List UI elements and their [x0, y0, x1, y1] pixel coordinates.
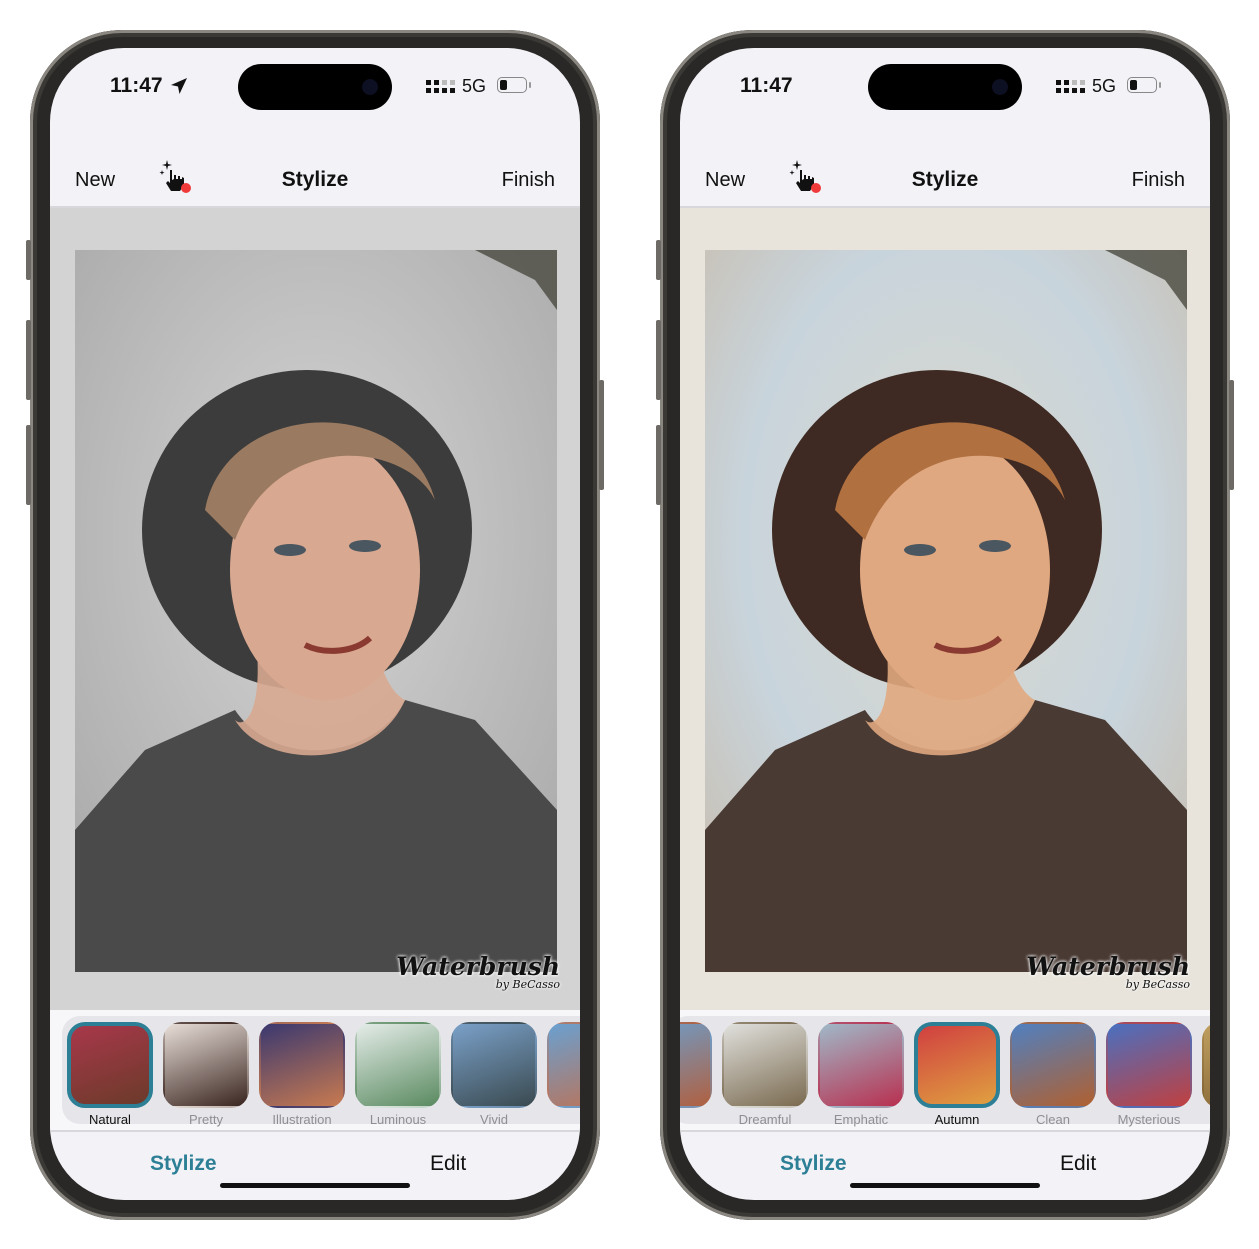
style-label: Ba [547, 1112, 580, 1127]
tab-stylize[interactable]: Stylize [150, 1152, 217, 1176]
volume-down-button [656, 425, 661, 505]
style-preview-image [914, 1022, 1000, 1108]
style-preview-image [818, 1022, 904, 1108]
page-title: Stylize [281, 168, 349, 191]
style-thumbnail[interactable]: d [680, 1022, 712, 1127]
action-button [656, 240, 661, 280]
screen: 11:47 5G New Stylize Finish Waterbrush b… [50, 48, 580, 1200]
style-thumbnail[interactable]: Luminous [355, 1022, 441, 1127]
style-preview-image [1106, 1022, 1192, 1108]
style-label: Illustration [272, 1112, 332, 1127]
style-preview-image [259, 1022, 345, 1108]
stylized-portrait[interactable] [705, 250, 1187, 972]
location-arrow-icon [171, 78, 187, 94]
camera [992, 79, 1008, 95]
home-indicator[interactable] [220, 1183, 410, 1188]
signal-icon [426, 80, 455, 93]
style-label: Mysterious [1117, 1112, 1181, 1127]
style-label: Luminous [369, 1112, 427, 1127]
style-thumbnail[interactable]: Pretty [163, 1022, 249, 1127]
page-title: Stylize [911, 168, 979, 191]
style-thumbnail[interactable]: Clean [1010, 1022, 1096, 1127]
navigation-bar: New Stylize Finish [680, 128, 1210, 208]
bottom-tab-bar: Stylize Edit [50, 1132, 580, 1200]
style-label: Vivid [480, 1112, 508, 1127]
style-thumbnail[interactable]: Ba [547, 1022, 580, 1127]
navigation-bar: New Stylize Finish [50, 128, 580, 208]
status-time: 11:47 [740, 74, 793, 97]
stylized-portrait[interactable] [75, 250, 557, 972]
style-preview-image [163, 1022, 249, 1108]
style-preview-image [1010, 1022, 1096, 1108]
tab-edit[interactable]: Edit [1060, 1152, 1096, 1176]
finish-button[interactable]: Finish [1132, 169, 1185, 192]
side-button [599, 380, 604, 490]
signal-icon [1056, 80, 1085, 93]
network-label: 5G [1092, 76, 1117, 96]
network-label: 5G [462, 76, 487, 96]
status-bar: 11:47 5G [680, 48, 1210, 128]
style-thumbnail[interactable]: Natural [67, 1022, 153, 1127]
battery-icon [1127, 77, 1161, 93]
image-canvas: Waterbrush by BeCasso [50, 208, 580, 1010]
style-preview-image [1202, 1022, 1210, 1108]
style-label: Dreamful [738, 1112, 792, 1127]
style-preview-image [67, 1022, 153, 1108]
style-preview-image [355, 1022, 441, 1108]
style-thumbnail[interactable] [1202, 1022, 1210, 1112]
style-label: Natural [89, 1112, 131, 1127]
style-thumbnail[interactable]: Vivid [451, 1022, 537, 1127]
volume-down-button [26, 425, 31, 505]
style-preview-image [722, 1022, 808, 1108]
dynamic-island [868, 64, 1022, 110]
finish-button[interactable]: Finish [502, 169, 555, 192]
style-thumbnail[interactable]: Illustration [259, 1022, 345, 1127]
home-indicator[interactable] [850, 1183, 1040, 1188]
volume-up-button [656, 320, 661, 400]
style-label: Pretty [189, 1112, 223, 1127]
phone-frame: 11:47 5G New Stylize Finish Waterbrush b… [656, 30, 1234, 1220]
image-canvas: Waterbrush by BeCasso [680, 208, 1210, 1010]
style-carousel[interactable]: d Dreamful Emphatic Autumn Clean Mysteri… [680, 1010, 1210, 1132]
tab-edit[interactable]: Edit [430, 1152, 466, 1176]
style-preview-image [680, 1022, 712, 1108]
battery-icon [497, 77, 531, 93]
style-preview-image [451, 1022, 537, 1108]
tab-stylize[interactable]: Stylize [780, 1152, 847, 1176]
status-time: 11:47 [110, 74, 163, 97]
style-preview-image [547, 1022, 580, 1108]
status-bar: 11:47 5G [50, 48, 580, 128]
style-label: d [680, 1112, 712, 1127]
watermark: Waterbrush by BeCasso [396, 952, 560, 991]
dynamic-island [238, 64, 392, 110]
camera [362, 79, 378, 95]
style-thumbnail[interactable]: Emphatic [818, 1022, 904, 1127]
bottom-tab-bar: Stylize Edit [680, 1132, 1210, 1200]
style-label: Emphatic [833, 1112, 889, 1127]
style-carousel[interactable]: Natural Pretty Illustration Luminous Viv… [50, 1010, 580, 1132]
volume-up-button [26, 320, 31, 400]
phone-frame: 11:47 5G New Stylize Finish Waterbrush b… [26, 30, 604, 1220]
style-thumbnail[interactable]: Autumn [914, 1022, 1000, 1127]
screen: 11:47 5G New Stylize Finish Waterbrush b… [680, 48, 1210, 1200]
watermark: Waterbrush by BeCasso [1026, 952, 1190, 991]
style-label: Clean [1036, 1112, 1070, 1127]
side-button [1229, 380, 1234, 490]
style-label: Autumn [934, 1112, 980, 1127]
style-thumbnail[interactable]: Mysterious [1106, 1022, 1192, 1127]
style-thumbnail[interactable]: Dreamful [722, 1022, 808, 1127]
action-button [26, 240, 31, 280]
